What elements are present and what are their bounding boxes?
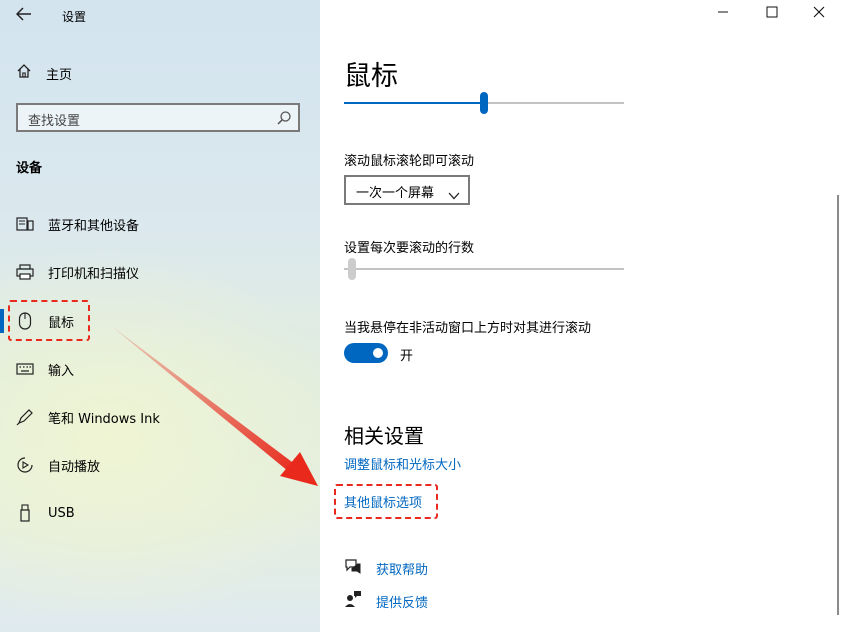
selected-indicator <box>0 309 4 333</box>
close-icon[interactable] <box>813 6 825 22</box>
scroll-setting-label: 滚动鼠标滚轮即可滚动 <box>344 154 475 169</box>
section-title: 设备 <box>16 161 43 176</box>
sidebar-item-typing[interactable]: 输入 <box>16 357 74 381</box>
inactive-scroll-label: 当我悬停在非活动窗口上方时对其进行滚动 <box>344 321 592 336</box>
highlight-annotation <box>8 300 90 341</box>
inactive-scroll-toggle[interactable] <box>344 343 388 363</box>
sidebar-item-label: 蓝牙和其他设备 <box>48 218 140 234</box>
related-settings-heading: 相关设置 <box>344 424 424 448</box>
usb-icon <box>16 504 34 522</box>
dropdown-value: 一次一个屏幕 <box>356 186 435 201</box>
chevron-down-icon <box>448 185 460 204</box>
slider-thumb[interactable] <box>480 92 488 114</box>
give-feedback-link[interactable]: 提供反馈 <box>344 590 428 612</box>
slider-fill <box>344 102 480 104</box>
sidebar-item-autoplay[interactable]: 自动播放 <box>16 453 100 477</box>
search-icon <box>276 110 292 126</box>
vertical-scrollbar[interactable] <box>837 195 839 615</box>
sidebar-item-usb[interactable]: USB <box>16 501 75 525</box>
sidebar: 设置 主页 查找设置 设备 蓝牙和其他设备 打印机和扫描仪 鼠标 输入 笔和 W… <box>0 0 320 632</box>
sidebar-item-bluetooth[interactable]: 蓝牙和其他设备 <box>16 212 139 236</box>
nav-home-label: 主页 <box>46 67 73 83</box>
printer-icon <box>16 263 34 281</box>
search-input[interactable]: 查找设置 <box>16 103 300 132</box>
sidebar-item-label: 打印机和扫描仪 <box>48 266 140 282</box>
sidebar-item-printers[interactable]: 打印机和扫描仪 <box>16 260 139 284</box>
app-title: 设置 <box>62 10 87 24</box>
toggle-knob <box>373 348 383 358</box>
feedback-person-icon <box>344 590 362 612</box>
give-feedback-label: 提供反馈 <box>376 595 429 611</box>
help-chat-icon <box>344 558 362 578</box>
link-mouse-cursor-size[interactable]: 调整鼠标和光标大小 <box>344 454 461 473</box>
sidebar-item-label: 自动播放 <box>48 459 101 475</box>
highlight-annotation <box>334 484 438 519</box>
sidebar-item-pen[interactable]: 笔和 Windows Ink <box>16 405 160 429</box>
page-title: 鼠标 <box>344 61 398 92</box>
autoplay-icon <box>16 456 34 474</box>
toggle-state-label: 开 <box>400 349 414 364</box>
minimize-icon[interactable] <box>717 6 729 22</box>
nav-home[interactable]: 主页 <box>16 63 72 83</box>
search-placeholder: 查找设置 <box>28 114 81 129</box>
scroll-mode-dropdown[interactable]: 一次一个屏幕 <box>344 175 470 205</box>
sidebar-item-label: 输入 <box>48 363 75 379</box>
back-arrow-icon[interactable] <box>15 6 32 25</box>
get-help-link[interactable]: 获取帮助 <box>344 558 428 578</box>
sidebar-item-label: USB <box>48 505 75 521</box>
keyboard-icon <box>16 360 34 378</box>
slider-thumb[interactable] <box>348 258 356 280</box>
slider-track <box>344 268 624 270</box>
home-icon <box>16 63 32 83</box>
pen-icon <box>16 408 34 426</box>
maximize-icon[interactable] <box>766 6 778 22</box>
content-pane: 鼠标 滚动鼠标滚轮即可滚动 一次一个屏幕 设置每次要滚动的行数 当我悬停在非活动… <box>320 0 841 632</box>
get-help-label: 获取帮助 <box>376 562 429 578</box>
sidebar-item-label: 笔和 Windows Ink <box>48 411 160 427</box>
lines-setting-label: 设置每次要滚动的行数 <box>344 241 475 256</box>
bluetooth-devices-icon <box>16 215 34 233</box>
